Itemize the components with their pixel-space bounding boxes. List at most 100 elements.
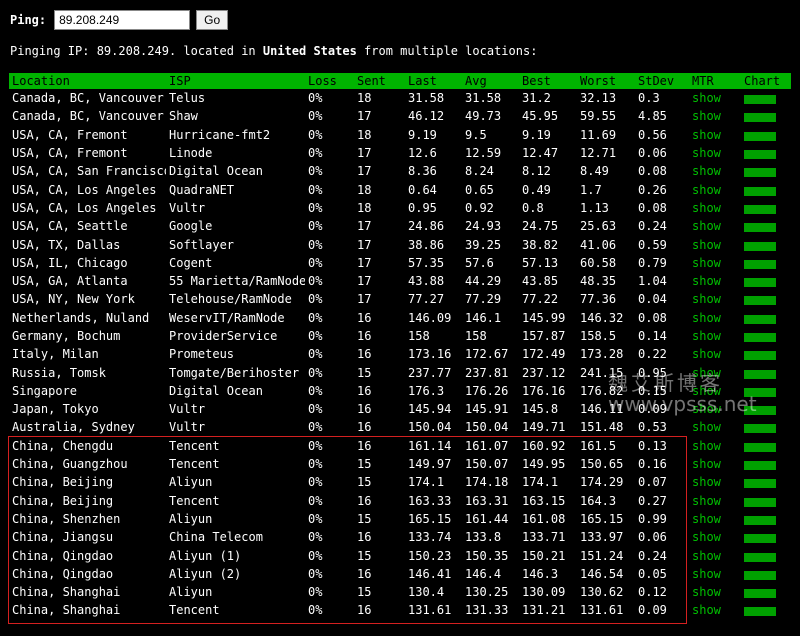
- cell-loss: 0%: [308, 219, 323, 234]
- mtr-show-link[interactable]: show: [692, 109, 721, 123]
- column-header: Loss: [308, 74, 337, 88]
- cell-location: China, Jiangsu: [12, 530, 114, 545]
- latency-chart-bar[interactable]: [744, 241, 776, 251]
- cell-sent: 16: [357, 566, 372, 581]
- cell-location: Canada, BC, Vancouver: [12, 91, 164, 106]
- cell-isp: Aliyun: [169, 585, 213, 600]
- latency-chart-bar[interactable]: [744, 570, 776, 580]
- cell-stdev: 0.22: [638, 347, 667, 362]
- cell-avg: 161.44: [465, 511, 509, 526]
- cell-stdev: 0.12: [638, 585, 667, 600]
- latency-chart-bar[interactable]: [744, 442, 776, 452]
- chart-cell: [741, 345, 791, 363]
- cell-worst: 165.15: [580, 511, 624, 526]
- mtr-show-link[interactable]: show: [692, 292, 721, 306]
- cell-last: 149.97: [408, 457, 452, 472]
- latency-chart-bar[interactable]: [744, 278, 776, 288]
- cell-last: 173.16: [408, 347, 452, 362]
- results-table: Location ISP Loss Sent Last Avg Best Wor…: [9, 73, 791, 620]
- mtr-show-link[interactable]: show: [692, 347, 721, 361]
- mtr-cell: show: [689, 565, 741, 583]
- latency-chart-bar[interactable]: [744, 259, 776, 269]
- latency-chart-bar[interactable]: [744, 534, 776, 544]
- cell-isp: Aliyun: [169, 511, 213, 526]
- mtr-show-link[interactable]: show: [692, 603, 721, 617]
- latency-chart-bar[interactable]: [744, 461, 776, 471]
- mtr-show-link[interactable]: show: [692, 567, 721, 581]
- cell-loss: 0%: [308, 475, 323, 490]
- mtr-show-link[interactable]: show: [692, 439, 721, 453]
- latency-chart-bar[interactable]: [744, 95, 776, 105]
- cell-best: 160.92: [522, 438, 566, 453]
- cell-worst: 59.55: [580, 109, 617, 124]
- mtr-show-link[interactable]: show: [692, 183, 721, 197]
- ping-input[interactable]: [54, 10, 191, 30]
- cell-location: Russia, Tomsk: [12, 365, 106, 380]
- go-button[interactable]: Go: [196, 10, 229, 30]
- mtr-show-link[interactable]: show: [692, 274, 721, 288]
- latency-chart-bar[interactable]: [744, 515, 776, 525]
- cell-best: 157.87: [522, 329, 566, 343]
- mtr-show-link[interactable]: show: [692, 256, 721, 270]
- cell-isp: Tencent: [169, 438, 220, 453]
- column-header: Chart: [744, 74, 781, 88]
- cell-isp: Telus: [169, 91, 206, 106]
- cell-isp: WeservIT/RamNode: [169, 310, 285, 325]
- cell-avg: 57.6: [465, 255, 494, 270]
- cell-best: 45.95: [522, 109, 559, 124]
- mtr-show-link[interactable]: show: [692, 128, 721, 142]
- mtr-show-link[interactable]: show: [692, 494, 721, 508]
- cell-loss: 0%: [308, 420, 323, 435]
- cell-avg: 0.65: [465, 182, 494, 197]
- mtr-show-link[interactable]: show: [692, 311, 721, 325]
- cell-best: 145.99: [522, 310, 566, 325]
- mtr-show-link[interactable]: show: [692, 475, 721, 489]
- chart-cell: [741, 89, 791, 107]
- mtr-show-link[interactable]: show: [692, 530, 721, 544]
- latency-chart-bar[interactable]: [744, 113, 776, 123]
- table-row: China, Shanghai Tencent 0% 16 131.61 131.33 13…: [9, 601, 791, 619]
- mtr-show-link[interactable]: show: [692, 585, 721, 599]
- latency-chart-bar[interactable]: [744, 168, 776, 178]
- mtr-show-link[interactable]: show: [692, 146, 721, 160]
- cell-location: China, Beijing: [12, 493, 114, 508]
- mtr-show-link[interactable]: show: [692, 201, 721, 215]
- mtr-show-link[interactable]: show: [692, 457, 721, 471]
- mtr-show-link[interactable]: show: [692, 549, 721, 563]
- latency-chart-bar[interactable]: [744, 589, 776, 599]
- mtr-show-link[interactable]: show: [692, 420, 721, 434]
- chart-cell: [741, 180, 791, 198]
- chart-cell: [741, 144, 791, 162]
- mtr-show-link[interactable]: show: [692, 512, 721, 526]
- latency-chart-bar[interactable]: [744, 424, 776, 434]
- latency-chart-bar[interactable]: [744, 497, 776, 507]
- latency-chart-bar[interactable]: [744, 607, 776, 617]
- latency-chart-bar[interactable]: [744, 186, 776, 196]
- mtr-show-link[interactable]: show: [692, 238, 721, 252]
- cell-location: USA, IL, Chicago: [12, 255, 128, 270]
- latency-chart-bar[interactable]: [744, 223, 776, 233]
- cell-location: China, Beijing: [12, 475, 114, 490]
- cell-loss: 0%: [308, 146, 323, 161]
- cell-best: 146.3: [522, 566, 559, 581]
- mtr-show-link[interactable]: show: [692, 164, 721, 178]
- mtr-show-link[interactable]: show: [692, 219, 721, 233]
- latency-chart-bar[interactable]: [744, 351, 776, 361]
- mtr-show-link[interactable]: show: [692, 91, 721, 105]
- chart-cell: [741, 601, 791, 619]
- cell-worst: 1.13: [580, 200, 609, 215]
- latency-chart-bar[interactable]: [744, 150, 776, 160]
- latency-chart-bar[interactable]: [744, 552, 776, 562]
- latency-chart-bar[interactable]: [744, 479, 776, 489]
- latency-chart-bar[interactable]: [744, 204, 776, 214]
- latency-chart-bar[interactable]: [744, 296, 776, 306]
- latency-chart-bar[interactable]: [744, 131, 776, 141]
- latency-chart-bar[interactable]: [744, 333, 776, 342]
- chart-cell: [741, 254, 791, 272]
- latency-chart-bar[interactable]: [744, 314, 776, 324]
- cell-sent: 16: [357, 420, 372, 435]
- column-header: ISP: [169, 74, 191, 88]
- mtr-show-link[interactable]: show: [692, 329, 721, 343]
- cell-loss: 0%: [308, 383, 323, 398]
- column-header: Avg: [465, 74, 487, 88]
